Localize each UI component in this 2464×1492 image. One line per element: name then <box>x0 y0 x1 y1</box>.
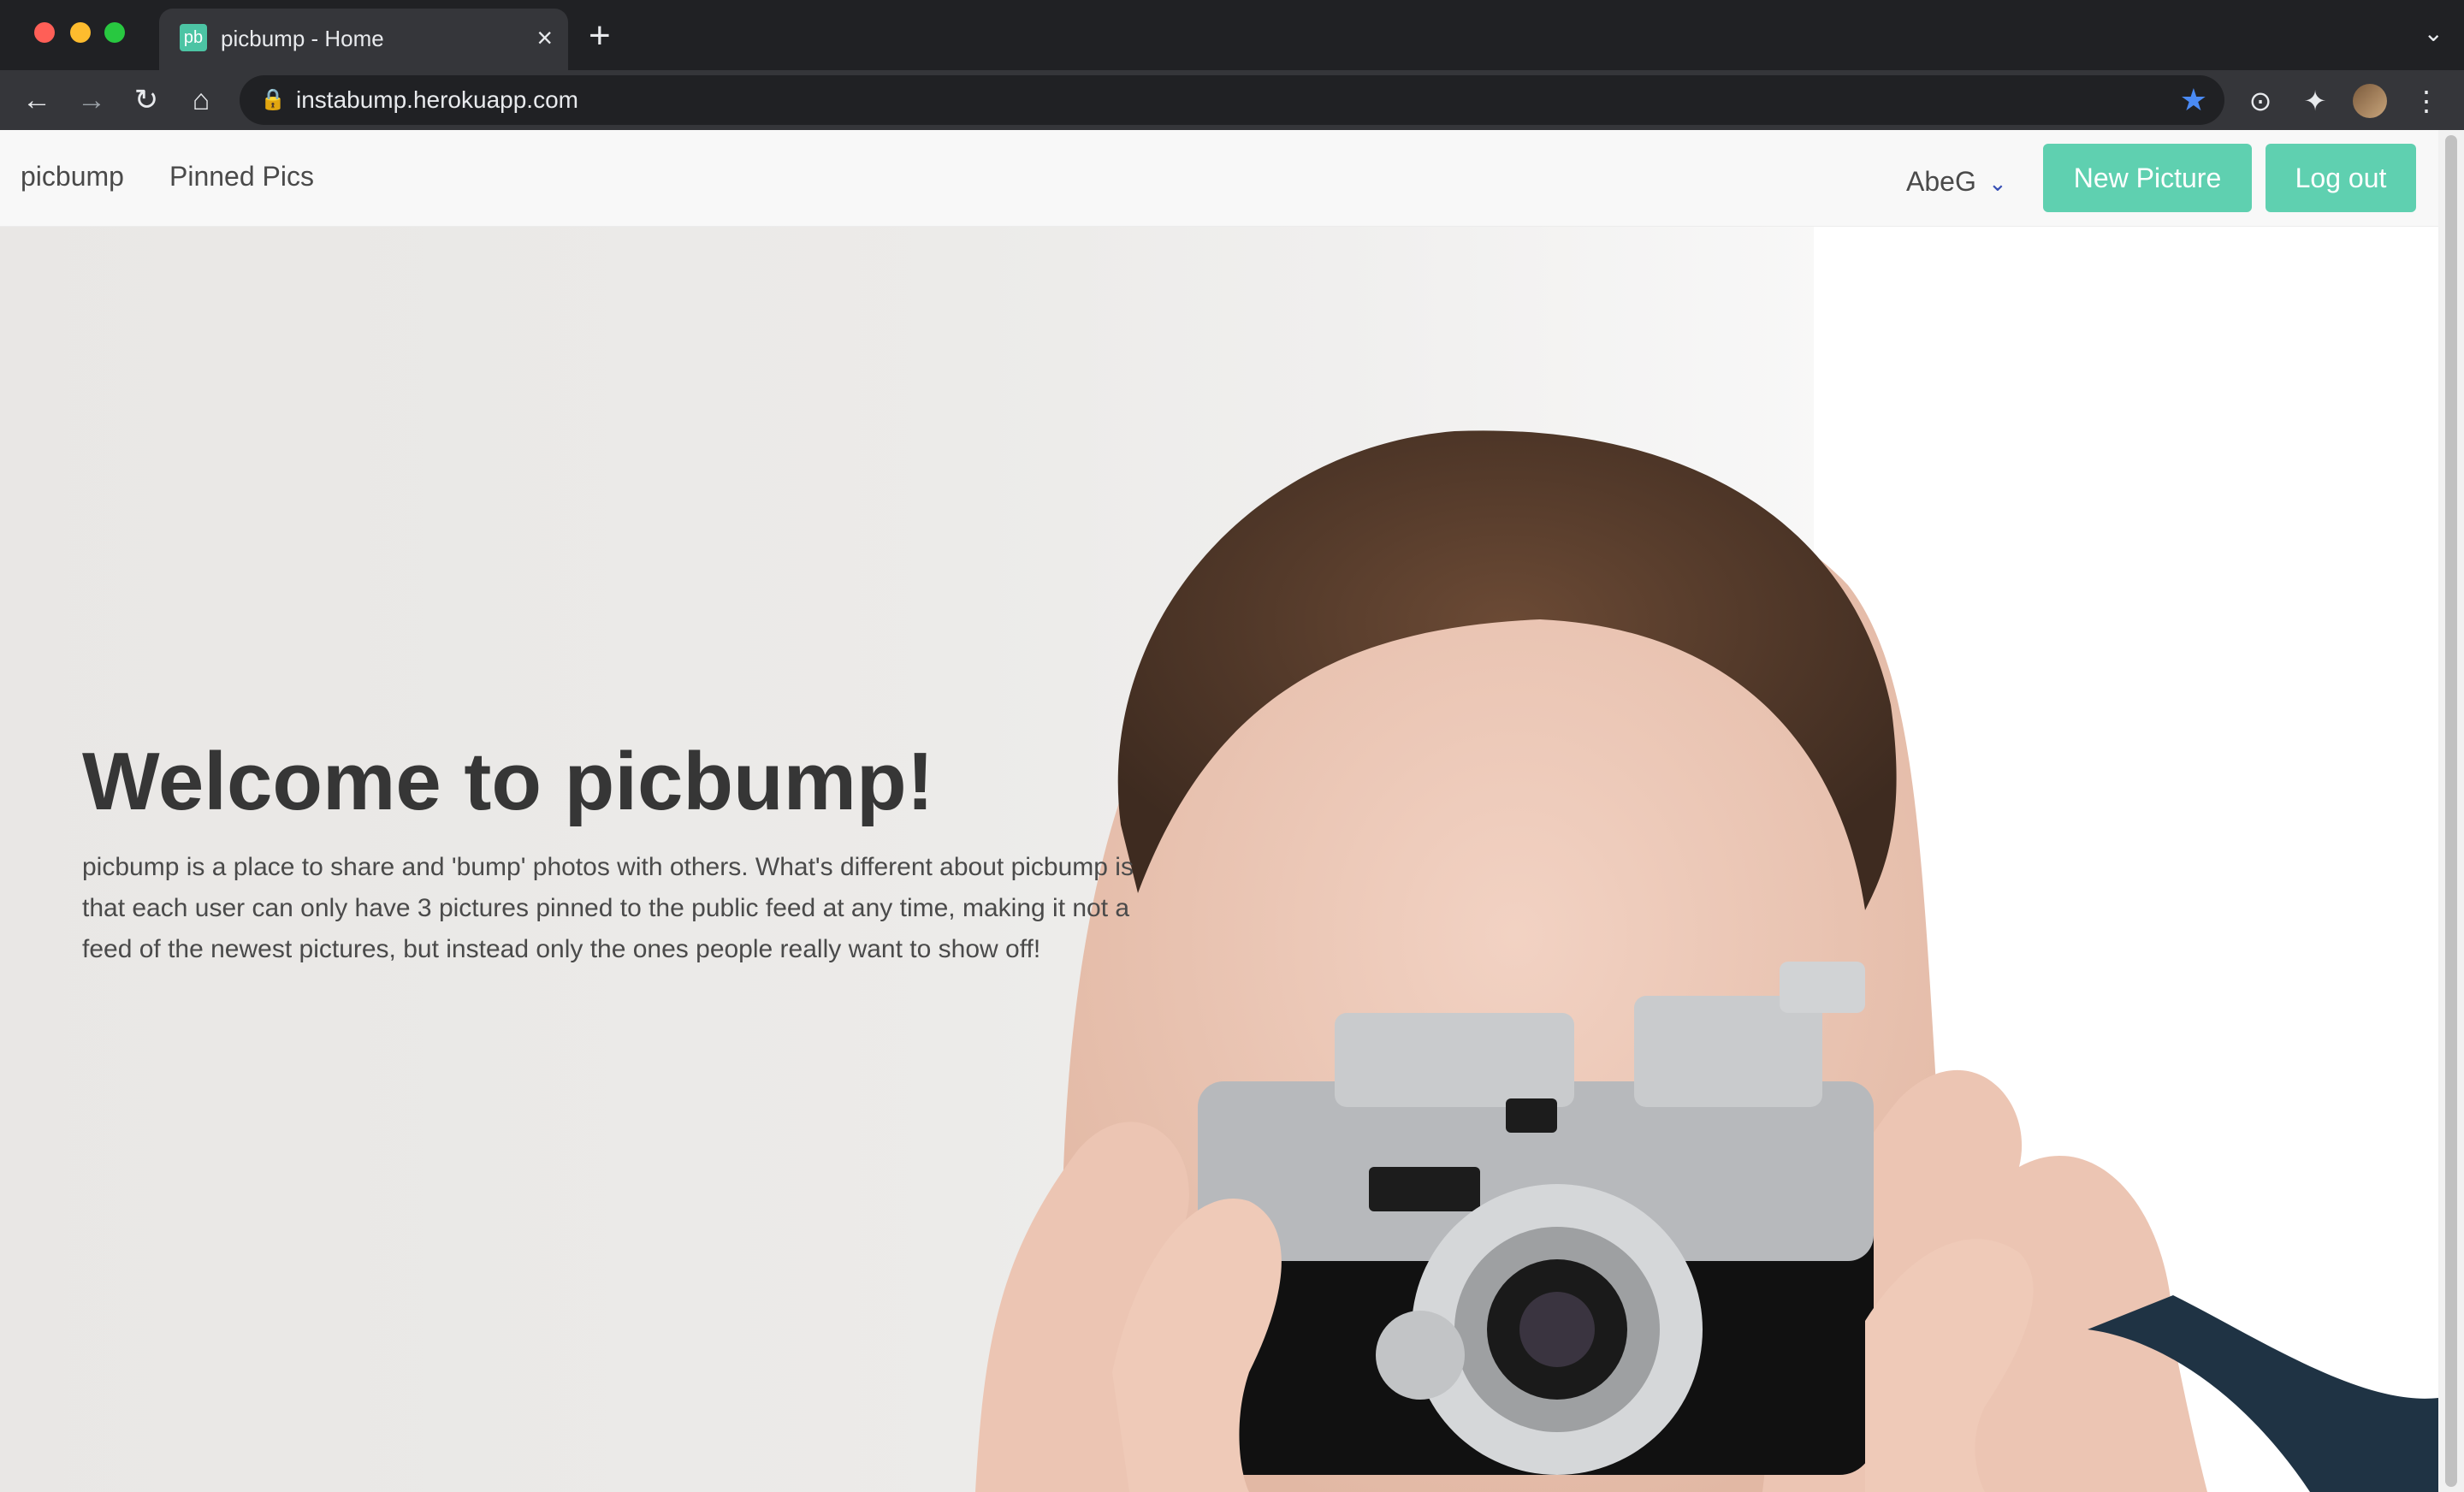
page-scrollbar[interactable] <box>2438 130 2464 1492</box>
browser-tab-strip: pb picbump - Home × + ⌄ <box>0 0 2464 70</box>
site-navbar: picbump Pinned Pics AbeG ⌄ New Picture L… <box>0 130 2438 227</box>
extensions-puzzle-icon[interactable]: ✦ <box>2296 82 2334 120</box>
home-icon[interactable]: ⌂ <box>181 80 221 120</box>
back-icon[interactable]: ← <box>17 80 56 120</box>
hero-description: picbump is a place to share and 'bump' p… <box>82 853 1134 963</box>
maximize-window-button[interactable] <box>104 22 125 43</box>
address-bar[interactable]: 🔒 instabump.herokuapp.com ★ <box>240 75 2224 125</box>
reload-icon[interactable]: ↻ <box>127 80 166 120</box>
url-text: instabump.herokuapp.com <box>296 86 578 113</box>
hero-section: Welcome to picbump! picbump is a place t… <box>0 226 2438 1492</box>
new-picture-button[interactable]: New Picture <box>2043 144 2252 212</box>
profile-avatar[interactable] <box>2353 84 2387 118</box>
browser-toolbar: ← → ↻ ⌂ 🔒 instabump.herokuapp.com ★ ⊙ ✦ … <box>0 70 2464 130</box>
close-tab-icon[interactable]: × <box>536 21 553 55</box>
extension-icon[interactable]: ⊙ <box>2242 82 2279 120</box>
tab-title: picbump - Home <box>221 26 384 51</box>
favicon-icon: pb <box>180 24 207 51</box>
minimize-window-button[interactable] <box>70 22 91 43</box>
user-menu[interactable]: AbeG <box>1906 163 1976 200</box>
browser-tab[interactable]: pb picbump - Home × <box>159 9 568 70</box>
brand-link[interactable]: picbump <box>21 156 124 197</box>
hero-title: Welcome to picbump! <box>82 736 934 827</box>
browser-menu-icon[interactable]: ⋮ <box>2408 82 2445 120</box>
tab-search-icon[interactable]: ⌄ <box>2424 19 2443 47</box>
page-viewport: Welcome to picbump! picbump is a place t… <box>0 130 2438 1492</box>
scrollbar-thumb[interactable] <box>2445 135 2457 1487</box>
close-window-button[interactable] <box>34 22 55 43</box>
chevron-down-icon[interactable]: ⌄ <box>1988 169 2007 197</box>
bookmark-star-icon[interactable]: ★ <box>2180 82 2207 118</box>
lock-icon: 🔒 <box>260 88 286 111</box>
new-tab-icon[interactable]: + <box>589 14 611 58</box>
pinned-pics-link[interactable]: Pinned Pics <box>169 156 314 197</box>
logout-button[interactable]: Log out <box>2266 144 2416 212</box>
forward-icon[interactable]: → <box>72 80 111 120</box>
